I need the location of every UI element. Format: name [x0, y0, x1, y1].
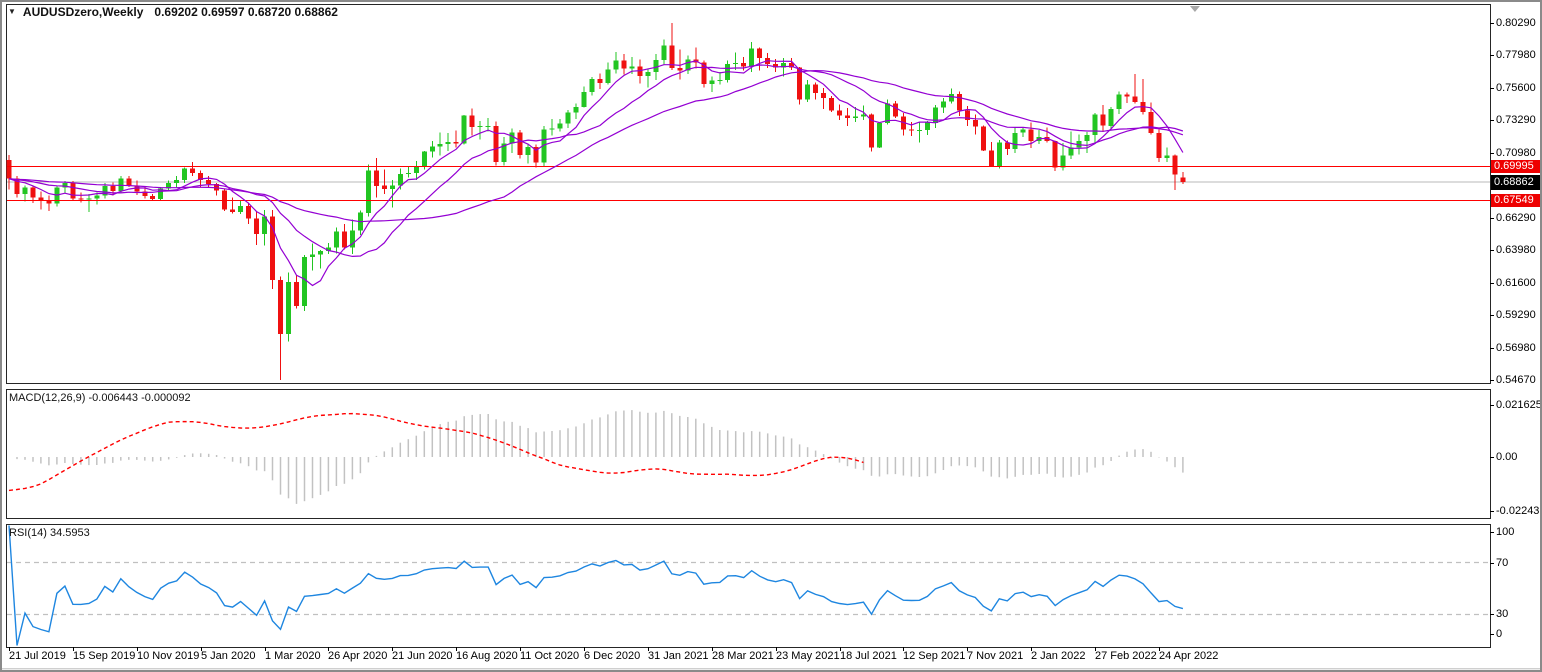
rsi-axis-label: 100 [1496, 526, 1514, 538]
time-axis-label: 7 Nov 2021 [967, 650, 1023, 662]
macd-axis-label: -0.02243 [1496, 505, 1539, 517]
time-axis-label: 28 Mar 2021 [712, 650, 774, 662]
time-axis-label: 11 Oct 2020 [520, 650, 579, 662]
macd-values: -0.006443 -0.000092 [88, 392, 190, 404]
chart-window: ▼ AUDUSDzero,Weekly 0.69202 0.69597 0.6872… [0, 0, 1542, 672]
rsi-axis-label: 30 [1496, 608, 1508, 620]
time-axis-label: 27 Feb 2022 [1095, 650, 1157, 662]
time-axis-label: 26 Apr 2020 [328, 650, 387, 662]
time-axis-label: 31 Jan 2021 [648, 650, 709, 662]
macd-axis-label: 0.00 [1496, 451, 1517, 463]
macd-name: MACD(12,26,9) [9, 392, 85, 404]
time-axis-label: 12 Sep 2021 [903, 650, 965, 662]
time-axis[interactable]: 21 Jul 2019 15 Sep 201910 Nov 20195 Jan 2… [2, 650, 1490, 667]
price-axis-label: 0.77980 [1496, 49, 1536, 61]
macd-axis-label: 0.021625 [1496, 399, 1542, 411]
time-axis-label: 24 Apr 2022 [1159, 650, 1218, 662]
panel-splitter-macd[interactable] [2, 383, 1542, 389]
time-axis-label: 6 Dec 2020 [584, 650, 640, 662]
rsi-value: 34.5953 [50, 527, 90, 539]
rsi-axis-label: 70 [1496, 557, 1508, 569]
rsi-axis-label: 0 [1496, 628, 1502, 640]
time-axis-label: 1 Mar 2020 [265, 650, 321, 662]
price-axis-label: 0.59290 [1496, 309, 1536, 321]
price-axis-label: 0.61600 [1496, 277, 1536, 289]
symbol-period-label: AUDUSDzero,Weekly [23, 5, 143, 19]
chart-canvas[interactable] [2, 2, 1542, 672]
rsi-name: RSI(14) [9, 527, 47, 539]
time-axis-label: 2 Jan 2022 [1031, 650, 1085, 662]
time-axis-label: 5 Jan 2020 [201, 650, 255, 662]
time-axis-label: 18 Jul 2021 [840, 650, 897, 662]
macd-indicator-label: MACD(12,26,9) -0.006443 -0.000092 [9, 392, 191, 404]
price-axis-label: 0.70980 [1496, 147, 1536, 159]
time-axis-label: 21 Jun 2020 [392, 650, 453, 662]
collapse-triangle-icon[interactable]: ▼ [8, 7, 16, 16]
time-axis-label: 15 Sep 2019 [73, 650, 135, 662]
price-axis[interactable]: 0.80290 0.77980 0.75600 0.73290 0.70980 0.662… [1491, 4, 1542, 647]
price-axis-label: 0.75600 [1496, 82, 1536, 94]
panel-splitter-rsi[interactable] [2, 518, 1542, 524]
time-axis-label: 16 Aug 2020 [456, 650, 518, 662]
time-axis-label: 23 May 2021 [776, 650, 840, 662]
price-axis-label: 0.66290 [1496, 212, 1536, 224]
price-axis-label: 0.80290 [1496, 17, 1536, 29]
time-axis-label: 21 Jul 2019 [9, 650, 66, 662]
bottom-margin [2, 668, 1542, 672]
price-axis-label: 0.63980 [1496, 244, 1536, 256]
price-axis-label: 0.73290 [1496, 114, 1536, 126]
time-axis-label: 10 Nov 2019 [137, 650, 199, 662]
price-axis-label: 0.56980 [1496, 342, 1536, 354]
rsi-indicator-label: RSI(14) 34.5953 [9, 527, 90, 539]
chart-title: ▼ AUDUSDzero,Weekly 0.69202 0.69597 0.6872… [8, 5, 338, 19]
title-ohlc-values: 0.69202 0.69597 0.68720 0.68862 [154, 5, 338, 19]
